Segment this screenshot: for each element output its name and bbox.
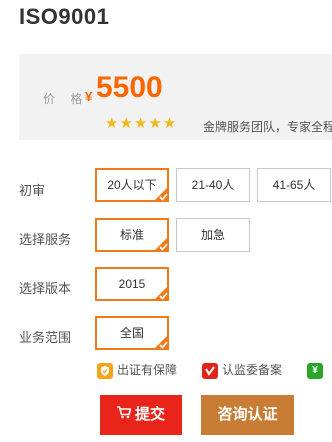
selected-check-icon xyxy=(153,285,169,301)
cart-icon xyxy=(116,395,132,435)
selected-check-icon xyxy=(153,186,169,202)
guarantee-label: 出证有保障 xyxy=(117,363,178,377)
option-service-standard[interactable]: 标准 xyxy=(95,218,169,252)
headcount-label: 初审 xyxy=(19,183,46,198)
guarantee-price: ¥ xyxy=(307,362,327,379)
price-value: 5500 xyxy=(96,71,163,104)
check-badge-icon xyxy=(202,362,218,379)
option-label: 标准 xyxy=(119,228,144,242)
option-headcount-41-65[interactable]: 41-65人 xyxy=(257,168,331,202)
option-service-expedited[interactable]: 加急 xyxy=(176,218,250,252)
yen-icon: ¥ xyxy=(307,362,323,379)
option-version-2015[interactable]: 2015 xyxy=(95,267,169,301)
guarantee-certificate: 出证有保障 xyxy=(97,362,177,379)
product-title: ISO9001 xyxy=(19,4,110,29)
option-label: 2015 xyxy=(118,277,146,291)
service-slogan: 金牌服务团队，专家全程 xyxy=(203,120,332,134)
selected-check-icon xyxy=(153,334,169,350)
consult-button[interactable]: 咨询认证 xyxy=(201,395,294,435)
price-label: 价 格 xyxy=(43,92,89,106)
guarantee-label: 认监委备案 xyxy=(222,363,283,377)
option-label: 加急 xyxy=(200,228,225,242)
submit-label: 提交 xyxy=(134,406,165,423)
option-label: 全国 xyxy=(119,326,144,340)
currency-symbol: ¥ xyxy=(85,89,93,104)
option-label: 21-40人 xyxy=(191,178,235,192)
selected-check-icon xyxy=(153,236,169,252)
scope-label: 业务范围 xyxy=(19,330,72,345)
guarantee-registered: 认监委备案 xyxy=(202,362,282,379)
submit-button[interactable]: 提交 xyxy=(100,395,182,435)
version-label: 选择版本 xyxy=(19,281,72,296)
option-scope-national[interactable]: 全国 xyxy=(95,316,169,350)
option-headcount-under-20[interactable]: 20人以下 xyxy=(95,168,169,202)
option-label: 20人以下 xyxy=(107,178,157,192)
price-panel: 价 格 ¥ 5500 ★★★★★ 金牌服务团队，专家全程 xyxy=(19,54,332,140)
rating-stars: ★★★★★ xyxy=(105,115,178,132)
option-headcount-21-40[interactable]: 21-40人 xyxy=(176,168,250,202)
option-label: 41-65人 xyxy=(272,178,316,192)
service-label: 选择服务 xyxy=(19,232,72,247)
shield-icon xyxy=(97,362,113,379)
